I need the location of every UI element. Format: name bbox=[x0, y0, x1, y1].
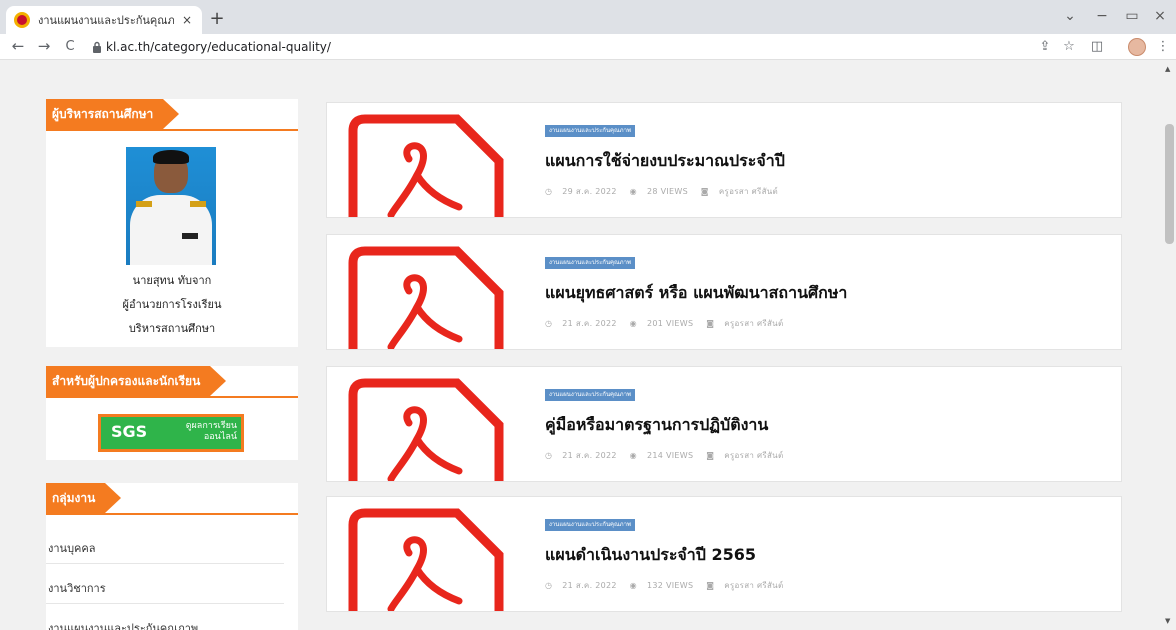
site-favicon-icon bbox=[14, 12, 30, 28]
post-views: 28 VIEWS bbox=[646, 187, 688, 196]
back-button[interactable]: ← bbox=[8, 37, 28, 55]
sgs-label: SGS bbox=[111, 422, 148, 441]
user-icon: ◙ bbox=[706, 451, 715, 460]
groups-widget: กลุ่มงาน งานบุคคล งานวิชาการ งานแผนงานแล… bbox=[46, 483, 298, 630]
post-date: 21 ส.ค. 2022 bbox=[562, 319, 617, 328]
post-category-badge[interactable]: งานแผนงานและประกันคุณภาพ bbox=[545, 519, 635, 531]
forward-button[interactable]: → bbox=[34, 37, 54, 55]
post-meta: ◷ 29 ส.ค. 2022 ◉ 28 VIEWS ◙ ครูอรสา ศรีสันต… bbox=[545, 185, 788, 198]
clock-icon: ◷ bbox=[545, 581, 553, 590]
lock-icon[interactable] bbox=[92, 41, 102, 53]
sgs-banner-link[interactable]: SGS ดูผลการเรียน ออนไลน์ bbox=[98, 414, 244, 452]
eye-icon: ◉ bbox=[629, 187, 637, 196]
photo-hair bbox=[153, 150, 189, 164]
reload-button[interactable]: C bbox=[60, 39, 80, 54]
groups-widget-header: กลุ่มงาน bbox=[46, 483, 298, 515]
post-category-badge[interactable]: งานแผนงานและประกันคุณภาพ bbox=[545, 257, 635, 269]
user-icon: ◙ bbox=[706, 319, 715, 328]
post-title[interactable]: แผนการใช้จ่ายงบประมาณประจำปี bbox=[545, 149, 785, 174]
parents-widget: สำหรับผู้ปกครองและนักเรียน SGS ดูผลการเร… bbox=[46, 366, 298, 460]
scroll-down-arrow-icon[interactable]: ▼ bbox=[1165, 617, 1170, 625]
groups-widget-title: กลุ่มงาน bbox=[46, 483, 122, 513]
browser-menu-icon[interactable]: ⋮ bbox=[1154, 39, 1172, 54]
post-date: 21 ส.ค. 2022 bbox=[562, 581, 617, 590]
pdf-file-icon[interactable] bbox=[347, 245, 507, 350]
share-icon[interactable]: ⇪ bbox=[1036, 39, 1054, 54]
browser-tab-bar: งานแผนงานและประกันคุณภาพ – โรงเ × + ⌄ − … bbox=[0, 0, 1176, 34]
director-photo[interactable] bbox=[126, 147, 216, 265]
post-title[interactable]: แผนยุทธศาสตร์ หรือ แผนพัฒนาสถานศึกษา bbox=[545, 281, 847, 306]
sgs-caption-line2: ออนไลน์ bbox=[203, 432, 237, 442]
eye-icon: ◉ bbox=[629, 319, 637, 328]
post-date: 21 ส.ค. 2022 bbox=[562, 451, 617, 460]
admin-widget: ผู้บริหารสถานศึกษา นายสุทน ทับจาก ผู้อำน… bbox=[46, 99, 298, 347]
photo-name-badge bbox=[182, 233, 198, 239]
post-meta: ◷ 21 ส.ค. 2022 ◉ 132 VIEWS ◙ ครูอรสา ศรีสัน… bbox=[545, 579, 793, 592]
new-tab-button[interactable]: + bbox=[206, 8, 228, 30]
post-title[interactable]: แผนดำเนินงานประจำปี 2565 bbox=[545, 543, 756, 568]
group-item-personnel[interactable]: งานบุคคล bbox=[46, 539, 284, 557]
clock-icon: ◷ bbox=[545, 187, 553, 196]
clock-icon: ◷ bbox=[545, 319, 553, 328]
parents-widget-title: สำหรับผู้ปกครองและนักเรียน bbox=[46, 366, 227, 396]
page-scrollbar[interactable]: ▲ ▼ bbox=[1162, 61, 1176, 630]
restore-button[interactable]: ▭ bbox=[1122, 8, 1142, 24]
post-card[interactable]: งานแผนงานและประกันคุณภาพ คู่มือหรือมาตรฐ… bbox=[326, 366, 1122, 482]
pdf-file-icon[interactable] bbox=[347, 377, 507, 482]
post-meta: ◷ 21 ส.ค. 2022 ◉ 214 VIEWS ◙ ครูอรสา ศรีสัน… bbox=[545, 449, 793, 462]
side-panel-icon[interactable]: ◫ bbox=[1088, 39, 1106, 54]
menu-divider bbox=[46, 563, 284, 564]
pdf-file-icon[interactable] bbox=[347, 507, 507, 612]
browser-tab[interactable]: งานแผนงานและประกันคุณภาพ – โรงเ × bbox=[6, 6, 202, 34]
director-role: บริหารสถานศึกษา bbox=[128, 322, 216, 335]
post-date: 29 ส.ค. 2022 bbox=[562, 187, 617, 196]
group-item-academic[interactable]: งานวิชาการ bbox=[46, 579, 284, 597]
group-item-planning[interactable]: งานแผนงานและประกันคุณภาพ bbox=[46, 619, 284, 630]
post-views: 201 VIEWS bbox=[646, 319, 694, 328]
post-author[interactable]: ครูอรสา ศรีสันต์ bbox=[724, 581, 783, 590]
parents-widget-header: สำหรับผู้ปกครองและนักเรียน bbox=[46, 366, 298, 398]
post-card[interactable]: งานแผนงานและประกันคุณภาพ แผนการใช้จ่ายงบ… bbox=[326, 102, 1122, 218]
admin-widget-header: ผู้บริหารสถานศึกษา bbox=[46, 99, 298, 131]
post-category-badge[interactable]: งานแผนงานและประกันคุณภาพ bbox=[545, 389, 635, 401]
address-bar[interactable]: kl.ac.th/category/educational-quality/ bbox=[106, 40, 331, 54]
tab-search-button[interactable]: ⌄ bbox=[1060, 8, 1080, 24]
pdf-file-icon[interactable] bbox=[347, 113, 507, 218]
post-author[interactable]: ครูอรสา ศรีสันต์ bbox=[719, 187, 778, 196]
post-views: 132 VIEWS bbox=[646, 581, 694, 590]
post-meta: ◷ 21 ส.ค. 2022 ◉ 201 VIEWS ◙ ครูอรสา ศรีสัน… bbox=[545, 317, 793, 330]
post-category-badge[interactable]: งานแผนงานและประกันคุณภาพ bbox=[545, 125, 635, 137]
post-title[interactable]: คู่มือหรือมาตรฐานการปฏิบัติงาน bbox=[545, 413, 768, 438]
bookmark-star-icon[interactable]: ☆ bbox=[1060, 39, 1078, 54]
photo-epaulette-left bbox=[136, 201, 152, 207]
photo-epaulette-right bbox=[190, 201, 206, 207]
post-author[interactable]: ครูอรสา ศรีสันต์ bbox=[724, 319, 783, 328]
user-icon: ◙ bbox=[706, 581, 715, 590]
post-author[interactable]: ครูอรสา ศรีสันต์ bbox=[724, 451, 783, 460]
minimize-button[interactable]: − bbox=[1092, 8, 1112, 24]
clock-icon: ◷ bbox=[545, 451, 553, 460]
eye-icon: ◉ bbox=[629, 581, 637, 590]
sgs-caption: ดูผลการเรียน ออนไลน์ bbox=[159, 421, 237, 443]
post-views: 214 VIEWS bbox=[646, 451, 694, 460]
profile-avatar[interactable] bbox=[1128, 38, 1146, 56]
user-icon: ◙ bbox=[700, 187, 709, 196]
browser-toolbar: ← → C kl.ac.th/category/educational-qual… bbox=[0, 34, 1176, 60]
tab-close-button[interactable]: × bbox=[180, 13, 194, 27]
scroll-up-arrow-icon[interactable]: ▲ bbox=[1165, 65, 1170, 73]
close-window-button[interactable]: × bbox=[1150, 8, 1170, 24]
director-name: นายสุทน ทับจาก bbox=[132, 274, 212, 287]
sgs-caption-line1: ดูผลการเรียน bbox=[185, 421, 237, 431]
post-card[interactable]: งานแผนงานและประกันคุณภาพ แผนดำเนินงานประ… bbox=[326, 496, 1122, 612]
admin-widget-title: ผู้บริหารสถานศึกษา bbox=[46, 99, 180, 129]
eye-icon: ◉ bbox=[629, 451, 637, 460]
menu-divider bbox=[46, 603, 284, 604]
director-position: ผู้อำนวยการโรงเรียน bbox=[122, 298, 222, 311]
tab-title: งานแผนงานและประกันคุณภาพ – โรงเ bbox=[38, 14, 174, 27]
post-card[interactable]: งานแผนงานและประกันคุณภาพ แผนยุทธศาสตร์ ห… bbox=[326, 234, 1122, 350]
scrollbar-thumb[interactable] bbox=[1165, 124, 1174, 244]
page-viewport: ผู้บริหารสถานศึกษา นายสุทน ทับจาก ผู้อำน… bbox=[0, 61, 1162, 630]
